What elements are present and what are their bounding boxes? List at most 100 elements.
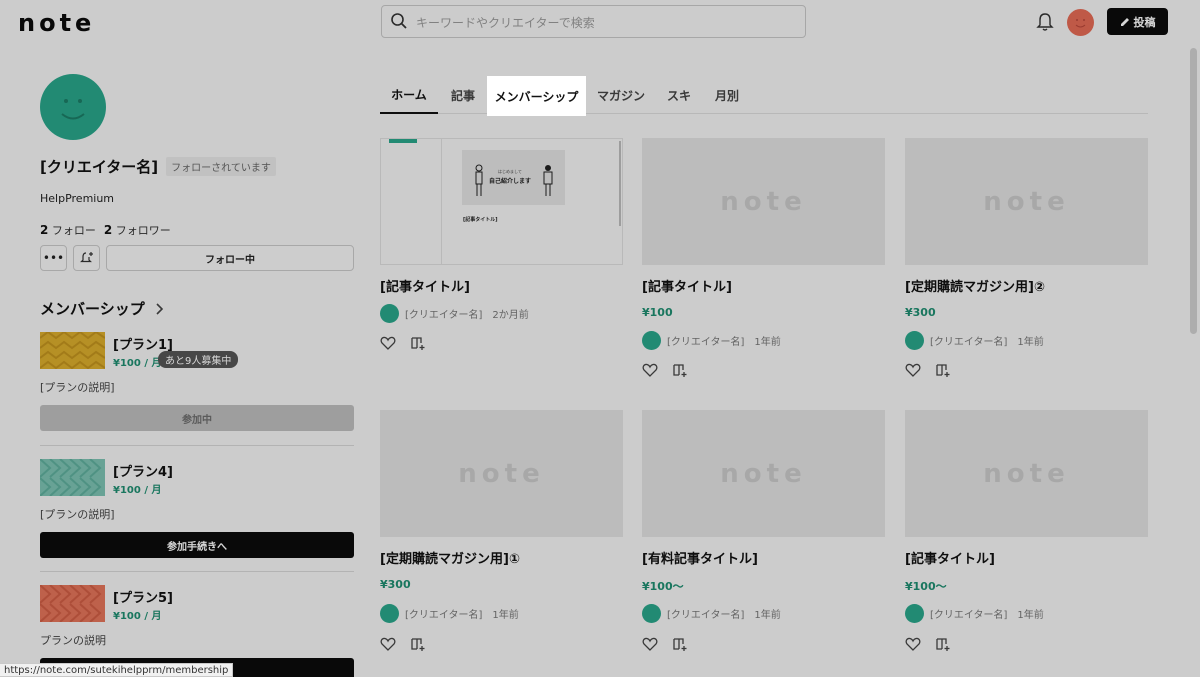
add-to-magazine-icon[interactable] [935, 362, 951, 378]
tab-membership-highlighted[interactable]: メンバーシップ [487, 76, 586, 116]
add-to-magazine-icon[interactable] [410, 636, 426, 652]
author-name[interactable]: [クリエイター名] [667, 333, 744, 348]
author-avatar [380, 604, 399, 623]
chevron-right-icon [156, 302, 163, 315]
post-button-label: 投稿 [1133, 15, 1156, 29]
article-thumbnail: note [642, 138, 885, 265]
creator-name: [クリエイター名] [40, 158, 159, 176]
article-card[interactable]: note [定期購読マガジン用]② ¥300 [クリエイター名] 1年前 [905, 138, 1148, 388]
plan-name: [プラン4] [113, 465, 173, 480]
article-title: [記事タイトル] [642, 280, 732, 295]
plan-price: ¥100 / 月 [113, 485, 162, 496]
join-plan-button[interactable]: 参加手続きへ [40, 532, 354, 558]
link-status-bar: https://note.com/sutekihelpprm/membershi… [0, 663, 234, 677]
membership-section-title[interactable]: メンバーシップ [40, 298, 163, 319]
plan-thumbnail [40, 585, 105, 622]
tab-home[interactable]: ホーム [380, 76, 438, 114]
post-button[interactable]: 投稿 [1107, 8, 1168, 35]
notification-toggle-button[interactable] [73, 245, 100, 271]
article-card[interactable]: note [記事タイトル] ¥100〜 [クリエイター名] 1年前 [905, 410, 1148, 660]
add-to-magazine-icon[interactable] [410, 335, 426, 351]
thumb-sidebar [381, 139, 442, 264]
profile-bio: HelpPremium [40, 192, 115, 205]
post-time: 2か月前 [492, 310, 529, 321]
joined-button[interactable]: 参加中 [40, 405, 354, 431]
follower-count[interactable]: 2 フォロワー [104, 222, 171, 238]
plan-description: [プランの説明] [40, 508, 115, 521]
article-title: [記事タイトル] [905, 552, 995, 567]
article-card[interactable]: note [記事タイトル] ¥100 [クリエイター名] 1年前 [642, 138, 885, 388]
bell-plus-icon [79, 252, 93, 263]
article-thumbnail: note [905, 410, 1148, 537]
article-thumbnail: note [380, 410, 623, 537]
post-time: 1年前 [492, 610, 519, 621]
article-price: ¥100〜 [905, 580, 947, 593]
remaining-slots-badge: あと9人募集中 [158, 351, 239, 368]
following-count[interactable]: 2 フォロー [40, 222, 96, 238]
author-name[interactable]: [クリエイター名] [667, 606, 744, 621]
author-name[interactable]: [クリエイター名] [405, 306, 482, 321]
article-actions [905, 362, 951, 378]
article-card[interactable]: note [有料記事タイトル] ¥100〜 [クリエイター名] 1年前 [642, 410, 885, 660]
note-watermark: note [983, 186, 1070, 217]
followed-by-badge: フォローされています [166, 157, 276, 176]
article-card[interactable]: note [定期購読マガジン用]① ¥300 [クリエイター名] 1年前 [380, 410, 623, 660]
page-scrollbar[interactable] [1190, 48, 1197, 334]
article-price: ¥100〜 [642, 580, 684, 593]
article-meta: [クリエイター名] 1年前 [905, 604, 1044, 623]
article-meta: [クリエイター名] 1年前 [642, 604, 781, 623]
search-placeholder: キーワードやクリエイターで検索 [416, 16, 595, 30]
header: note キーワードやクリエイターで検索 投稿 [0, 0, 1200, 44]
profile-avatar[interactable] [40, 74, 106, 140]
pencil-icon [1120, 17, 1129, 26]
heart-icon[interactable] [905, 636, 921, 652]
ellipsis-icon: ••• [42, 251, 65, 265]
article-card[interactable]: はじめまして 自己紹介します [記事タイトル] [記事タイトル] [クリエイター… [380, 138, 623, 358]
tab-likes[interactable]: スキ [662, 76, 696, 114]
heart-icon[interactable] [642, 362, 658, 378]
profile-sidebar: [クリエイター名] フォローされています HelpPremium 2 フォロー … [40, 74, 354, 677]
author-name[interactable]: [クリエイター名] [930, 606, 1007, 621]
note-logo[interactable]: note [18, 9, 95, 37]
divider [40, 571, 354, 572]
author-name[interactable]: [クリエイター名] [930, 333, 1007, 348]
article-price: ¥300 [905, 306, 936, 319]
article-title: [有料記事タイトル] [642, 552, 758, 567]
search-icon [391, 13, 407, 29]
heart-icon[interactable] [380, 636, 396, 652]
post-time: 1年前 [1017, 337, 1044, 348]
author-avatar [642, 331, 661, 350]
post-time: 1年前 [754, 610, 781, 621]
add-to-magazine-icon[interactable] [672, 362, 688, 378]
article-actions [642, 362, 688, 378]
post-time: 1年前 [1017, 610, 1044, 621]
tab-magazine[interactable]: マガジン [594, 76, 648, 114]
author-avatar [642, 604, 661, 623]
smile-face-icon [61, 99, 85, 120]
note-watermark: note [720, 186, 807, 217]
search-input[interactable]: キーワードやクリエイターで検索 [381, 5, 806, 38]
article-price: ¥100 [642, 306, 673, 319]
more-options-button[interactable]: ••• [40, 245, 67, 271]
author-name[interactable]: [クリエイター名] [405, 606, 482, 621]
plan-description: [プランの説明] [40, 381, 115, 394]
plan-description: プランの説明 [40, 634, 106, 647]
add-to-magazine-icon[interactable] [935, 636, 951, 652]
person-illustration-icon [475, 164, 483, 196]
tab-articles[interactable]: 記事 [444, 76, 482, 114]
heart-icon[interactable] [380, 335, 396, 351]
article-meta: [クリエイター名] 1年前 [642, 331, 781, 350]
article-meta: [クリエイター名] 1年前 [380, 604, 519, 623]
tab-monthly[interactable]: 月別 [708, 76, 746, 114]
following-button[interactable]: フォロー中 [106, 245, 354, 271]
notification-bell-icon[interactable] [1036, 12, 1054, 32]
user-avatar[interactable] [1067, 9, 1094, 36]
add-to-magazine-icon[interactable] [672, 636, 688, 652]
author-avatar [380, 304, 399, 323]
heart-icon[interactable] [642, 636, 658, 652]
profile-actions: ••• フォロー中 [40, 245, 354, 271]
heart-icon[interactable] [905, 362, 921, 378]
plan-thumbnail [40, 332, 105, 369]
plan-price: ¥100 / 月 [113, 611, 162, 622]
thumb-hero: はじめまして 自己紹介します [462, 150, 565, 205]
